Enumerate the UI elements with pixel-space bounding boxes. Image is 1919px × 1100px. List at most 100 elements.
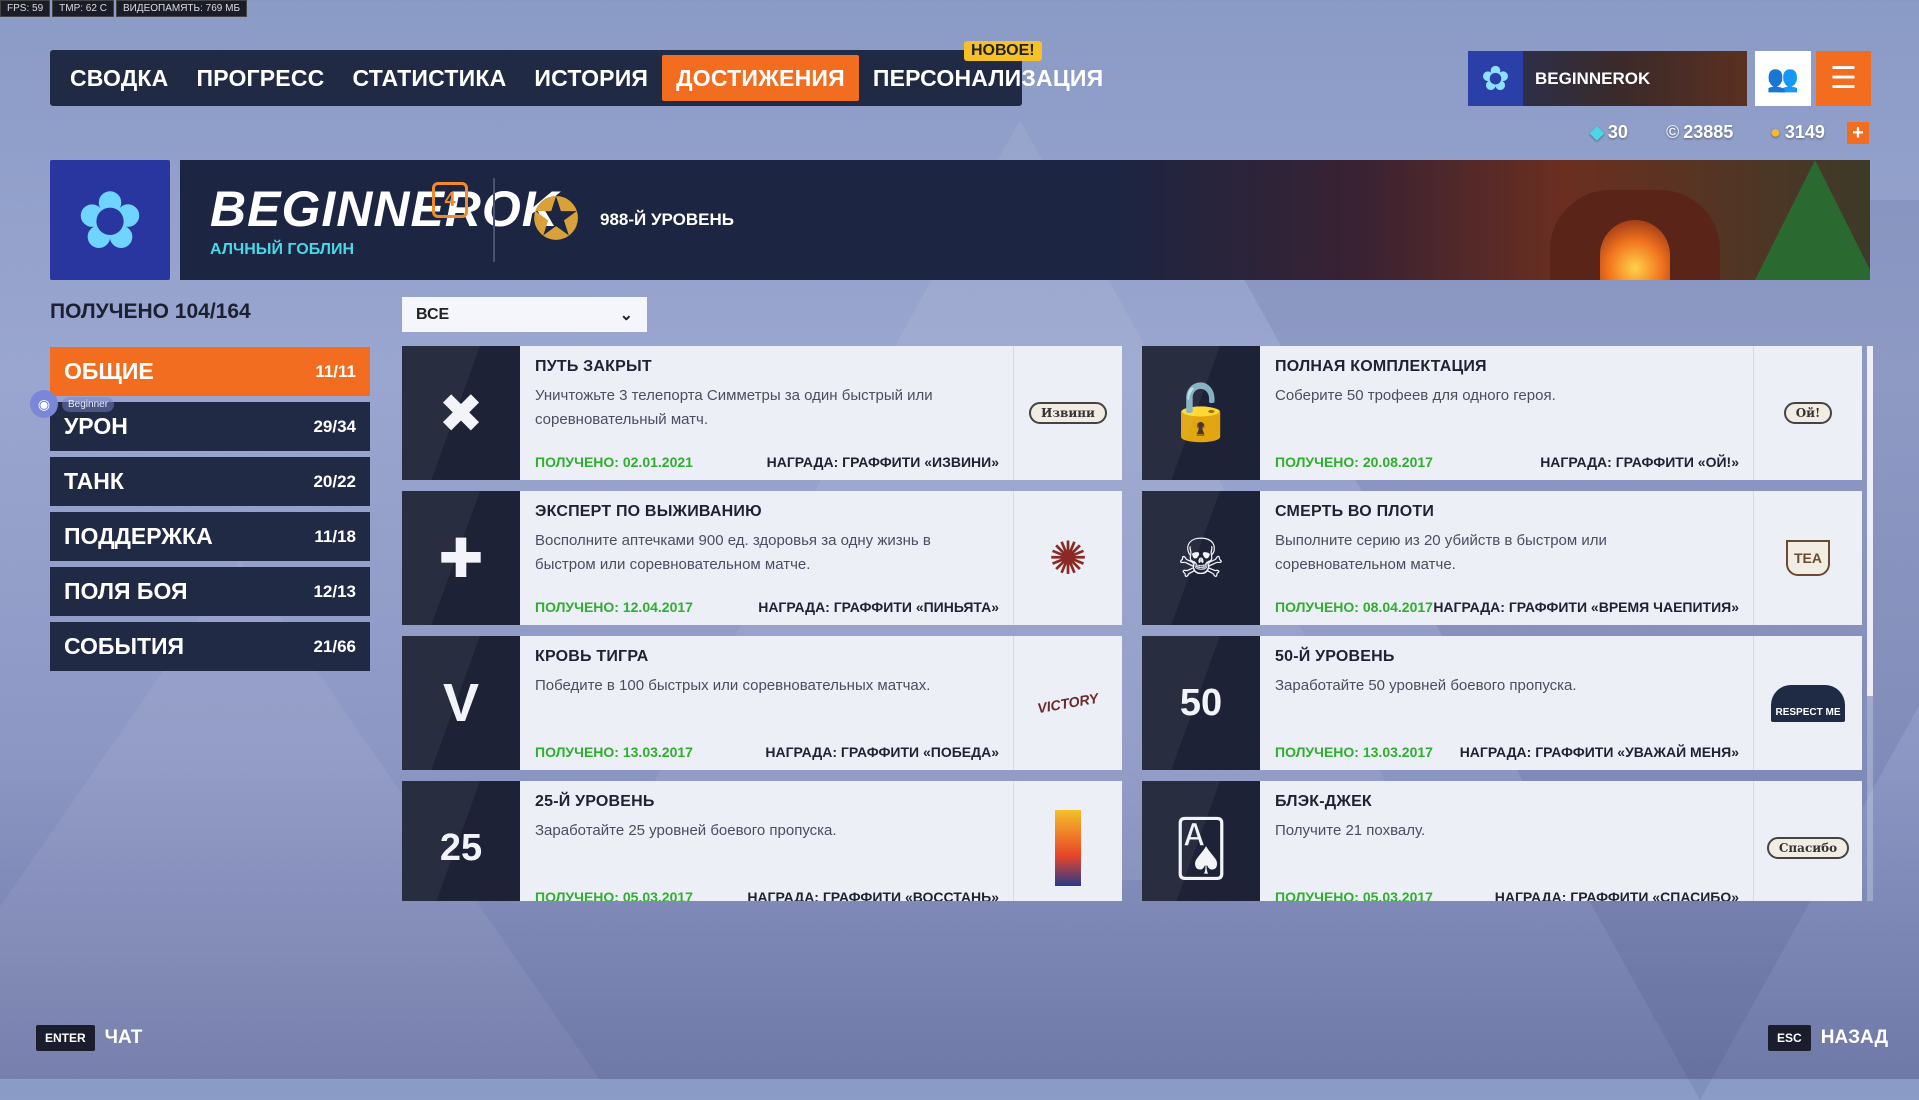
achievement-title: ПУТЬ ЗАКРЫТ: [535, 358, 652, 375]
category-general[interactable]: ОБЩИЕ 11/11: [50, 347, 370, 396]
filter-dropdown[interactable]: ВСЕ ⌄: [402, 297, 647, 332]
social-button[interactable]: 👥: [1755, 51, 1811, 106]
coin-icon: ©: [1666, 122, 1680, 142]
achievement-title: 25-Й УРОВЕНЬ: [535, 793, 655, 810]
tab-personalization[interactable]: ПЕРСОНАЛИЗАЦИЯ: [859, 55, 1117, 101]
achievement-title: БЛЭК-ДЖЕК: [1275, 793, 1372, 810]
achievement-card[interactable]: ☠ СМЕРТЬ ВО ПЛОТИ Выполните серию из 20 …: [1142, 491, 1862, 625]
achievement-description: Получите 21 похвалу.: [1275, 822, 1426, 839]
achievement-description: Победите в 100 быстрых или соревнователь…: [535, 677, 931, 694]
achievement-card[interactable]: 50 50-Й УРОВЕНЬ Заработайте 50 уровней б…: [1142, 636, 1862, 770]
achievement-title: СМЕРТЬ ВО ПЛОТИ: [1275, 503, 1435, 520]
achievement-description: Выполните серию из 20 убийств в быстром …: [1275, 532, 1607, 573]
add-currency-button[interactable]: +: [1847, 122, 1869, 144]
achievement-title: КРОВЬ ТИГРА: [535, 648, 649, 665]
achievement-card[interactable]: ✖ ПУТЬ ЗАКРЫТ Уничтожьте 3 телепорта Сим…: [402, 346, 1122, 480]
achievement-description: Уничтожьте 3 телепорта Симметры за один …: [535, 387, 933, 428]
back-label: НАЗАД: [1820, 1027, 1888, 1048]
category-label: ПОДДЕРЖКА: [64, 523, 213, 549]
category-label: СОБЫТИЯ: [64, 633, 185, 659]
tab-summary[interactable]: СВОДКА: [56, 55, 182, 101]
credits-value: 3149: [1784, 122, 1825, 142]
spray-text: Ой!: [1783, 402, 1833, 424]
achievement-reward: НАГРАДА: ГРАФФИТИ «ПИНЬЯТА»: [758, 599, 999, 615]
tab-history[interactable]: ИСТОРИЯ: [520, 55, 662, 101]
reward-thumbnail: ✺: [1013, 491, 1122, 625]
category-label: ОБЩИЕ: [64, 358, 154, 384]
temp-readout: TMP: 62 C: [52, 0, 114, 17]
achievement-date: ПОЛУЧЕНО: 05.03.2017: [535, 889, 693, 901]
scrollbar-thumb[interactable]: [1867, 346, 1873, 696]
vram-readout: ВИДЕОПАМЯТЬ: 769 МБ: [115, 0, 248, 17]
tab-statistics[interactable]: СТАТИСТИКА: [338, 55, 520, 101]
achievement-date: ПОЛУЧЕНО: 13.03.2017: [1275, 744, 1433, 760]
enter-key: ENTER: [36, 1025, 95, 1051]
chat-hint[interactable]: ENTER ЧАТ: [36, 1025, 142, 1051]
achievement-date: ПОЛУЧЕНО: 05.03.2017: [1275, 889, 1433, 901]
rise-up-spray-icon: [1055, 810, 1081, 886]
tab-achievements[interactable]: ДОСТИЖЕНИЯ: [662, 55, 859, 101]
achievements-grid: ✖ ПУТЬ ЗАКРЫТ Уничтожьте 3 телепорта Сим…: [402, 346, 1862, 901]
achievement-card[interactable]: ✚ ЭКСПЕРТ ПО ВЫЖИВАНИЮ Восполните аптечк…: [402, 491, 1122, 625]
reward-thumbnail: Ой!: [1753, 346, 1862, 480]
filter-value: ВСЕ: [416, 305, 450, 323]
category-count: 29/34: [313, 416, 356, 436]
tea-cup-spray-icon: TEA: [1786, 540, 1830, 576]
achievement-card[interactable]: 🂡 БЛЭК-ДЖЕК Получите 21 похвалу. ПОЛУЧЕН…: [1142, 781, 1862, 901]
medkit-icon: ✚: [402, 491, 520, 625]
profile-avatar-icon: ✿: [50, 160, 170, 280]
achievement-description: Заработайте 50 уровней боевого пропуска.: [1275, 677, 1577, 694]
achievement-reward: НАГРАДА: ГРАФФИТИ «ОЙ!»: [1540, 454, 1739, 470]
gem-icon: ◆: [1590, 122, 1604, 142]
credits: ● 3149: [1770, 122, 1825, 143]
menu-button[interactable]: ☰: [1816, 51, 1871, 106]
pinata-spray-icon: ✺: [1048, 532, 1088, 584]
player-card[interactable]: ✿ BEGINNEROK: [1468, 51, 1747, 106]
discord-overlay: ◉ Beginner: [30, 390, 115, 418]
grid-scrollbar[interactable]: [1867, 346, 1873, 901]
credit-icon: ●: [1770, 122, 1781, 142]
achievement-reward: НАГРАДА: ГРАФФИТИ «ВОССТАНЬ»: [747, 889, 999, 901]
category-tank[interactable]: ТАНК 20/22: [50, 457, 370, 506]
achievement-card[interactable]: V КРОВЬ ТИГРА Победите в 100 быстрых или…: [402, 636, 1122, 770]
chat-label: ЧАТ: [104, 1027, 143, 1048]
category-support[interactable]: ПОДДЕРЖКА 11/18: [50, 512, 370, 561]
level-text: 988-Й УРОВЕНЬ: [600, 210, 734, 229]
prestige-badge: 4: [432, 182, 468, 218]
list-icon: ☰: [1830, 62, 1857, 95]
achievement-date: ПОЛУЧЕНО: 12.04.2017: [535, 599, 693, 615]
discord-username: Beginner: [62, 396, 115, 412]
category-count: 12/13: [313, 581, 356, 601]
achievement-card[interactable]: 25 25-Й УРОВЕНЬ Заработайте 25 уровней б…: [402, 781, 1122, 901]
skulls-icon: ☠: [1142, 491, 1260, 625]
achievement-reward: НАГРАДА: ГРАФФИТИ «УВАЖАЙ МЕНЯ»: [1459, 744, 1739, 760]
profile-title: АЛЧНЫЙ ГОБЛИН: [210, 241, 355, 258]
achievement-card[interactable]: 🔓 ПОЛНАЯ КОМПЛЕКТАЦИЯ Соберите 50 трофее…: [1142, 346, 1862, 480]
achievement-reward: НАГРАДА: ГРАФФИТИ «ВРЕМЯ ЧАЕПИТИЯ»: [1433, 599, 1739, 615]
category-events[interactable]: СОБЫТИЯ 21/66: [50, 622, 370, 671]
reward-thumbnail: [1013, 781, 1122, 901]
achievement-title: ПОЛНАЯ КОМПЛЕКТАЦИЯ: [1275, 358, 1487, 375]
received-count: ПОЛУЧЕНО 104/164: [50, 300, 251, 323]
legacy-credits: ◆ 30: [1590, 122, 1628, 143]
achievement-date: ПОЛУЧЕНО: 13.03.2017: [535, 744, 693, 760]
achievement-reward: НАГРАДА: ГРАФФИТИ «ПОБЕДА»: [765, 744, 999, 760]
friends-icon: 👥: [1766, 63, 1800, 93]
crossed-out-icon: ✖: [402, 346, 520, 480]
profile-banner: BEGINNEROK 4 АЛЧНЫЙ ГОБЛИН ✪ 988-Й УРОВЕ…: [180, 160, 1870, 280]
back-hint[interactable]: ESC НАЗАД: [1768, 1025, 1888, 1051]
achievement-description: Соберите 50 трофеев для одного героя.: [1275, 387, 1556, 404]
category-count: 11/11: [315, 361, 356, 381]
victory-spray-icon: VICTORY: [1036, 689, 1100, 717]
coins: © 23885: [1666, 122, 1733, 143]
player-name: BEGINNEROK: [1535, 68, 1651, 88]
reward-thumbnail: RESPECT ME: [1753, 636, 1862, 770]
chevron-down-icon: ⌄: [619, 306, 633, 324]
level-25-icon: 25: [402, 781, 520, 901]
category-count: 11/18: [314, 526, 356, 546]
victory-wings-icon: V: [402, 636, 520, 770]
category-maps[interactable]: ПОЛЯ БОЯ 12/13: [50, 567, 370, 616]
achievement-description: Заработайте 25 уровней боевого пропуска.: [535, 822, 837, 839]
tab-progress[interactable]: ПРОГРЕСС: [182, 55, 338, 101]
reward-thumbnail: Извини: [1013, 346, 1122, 480]
